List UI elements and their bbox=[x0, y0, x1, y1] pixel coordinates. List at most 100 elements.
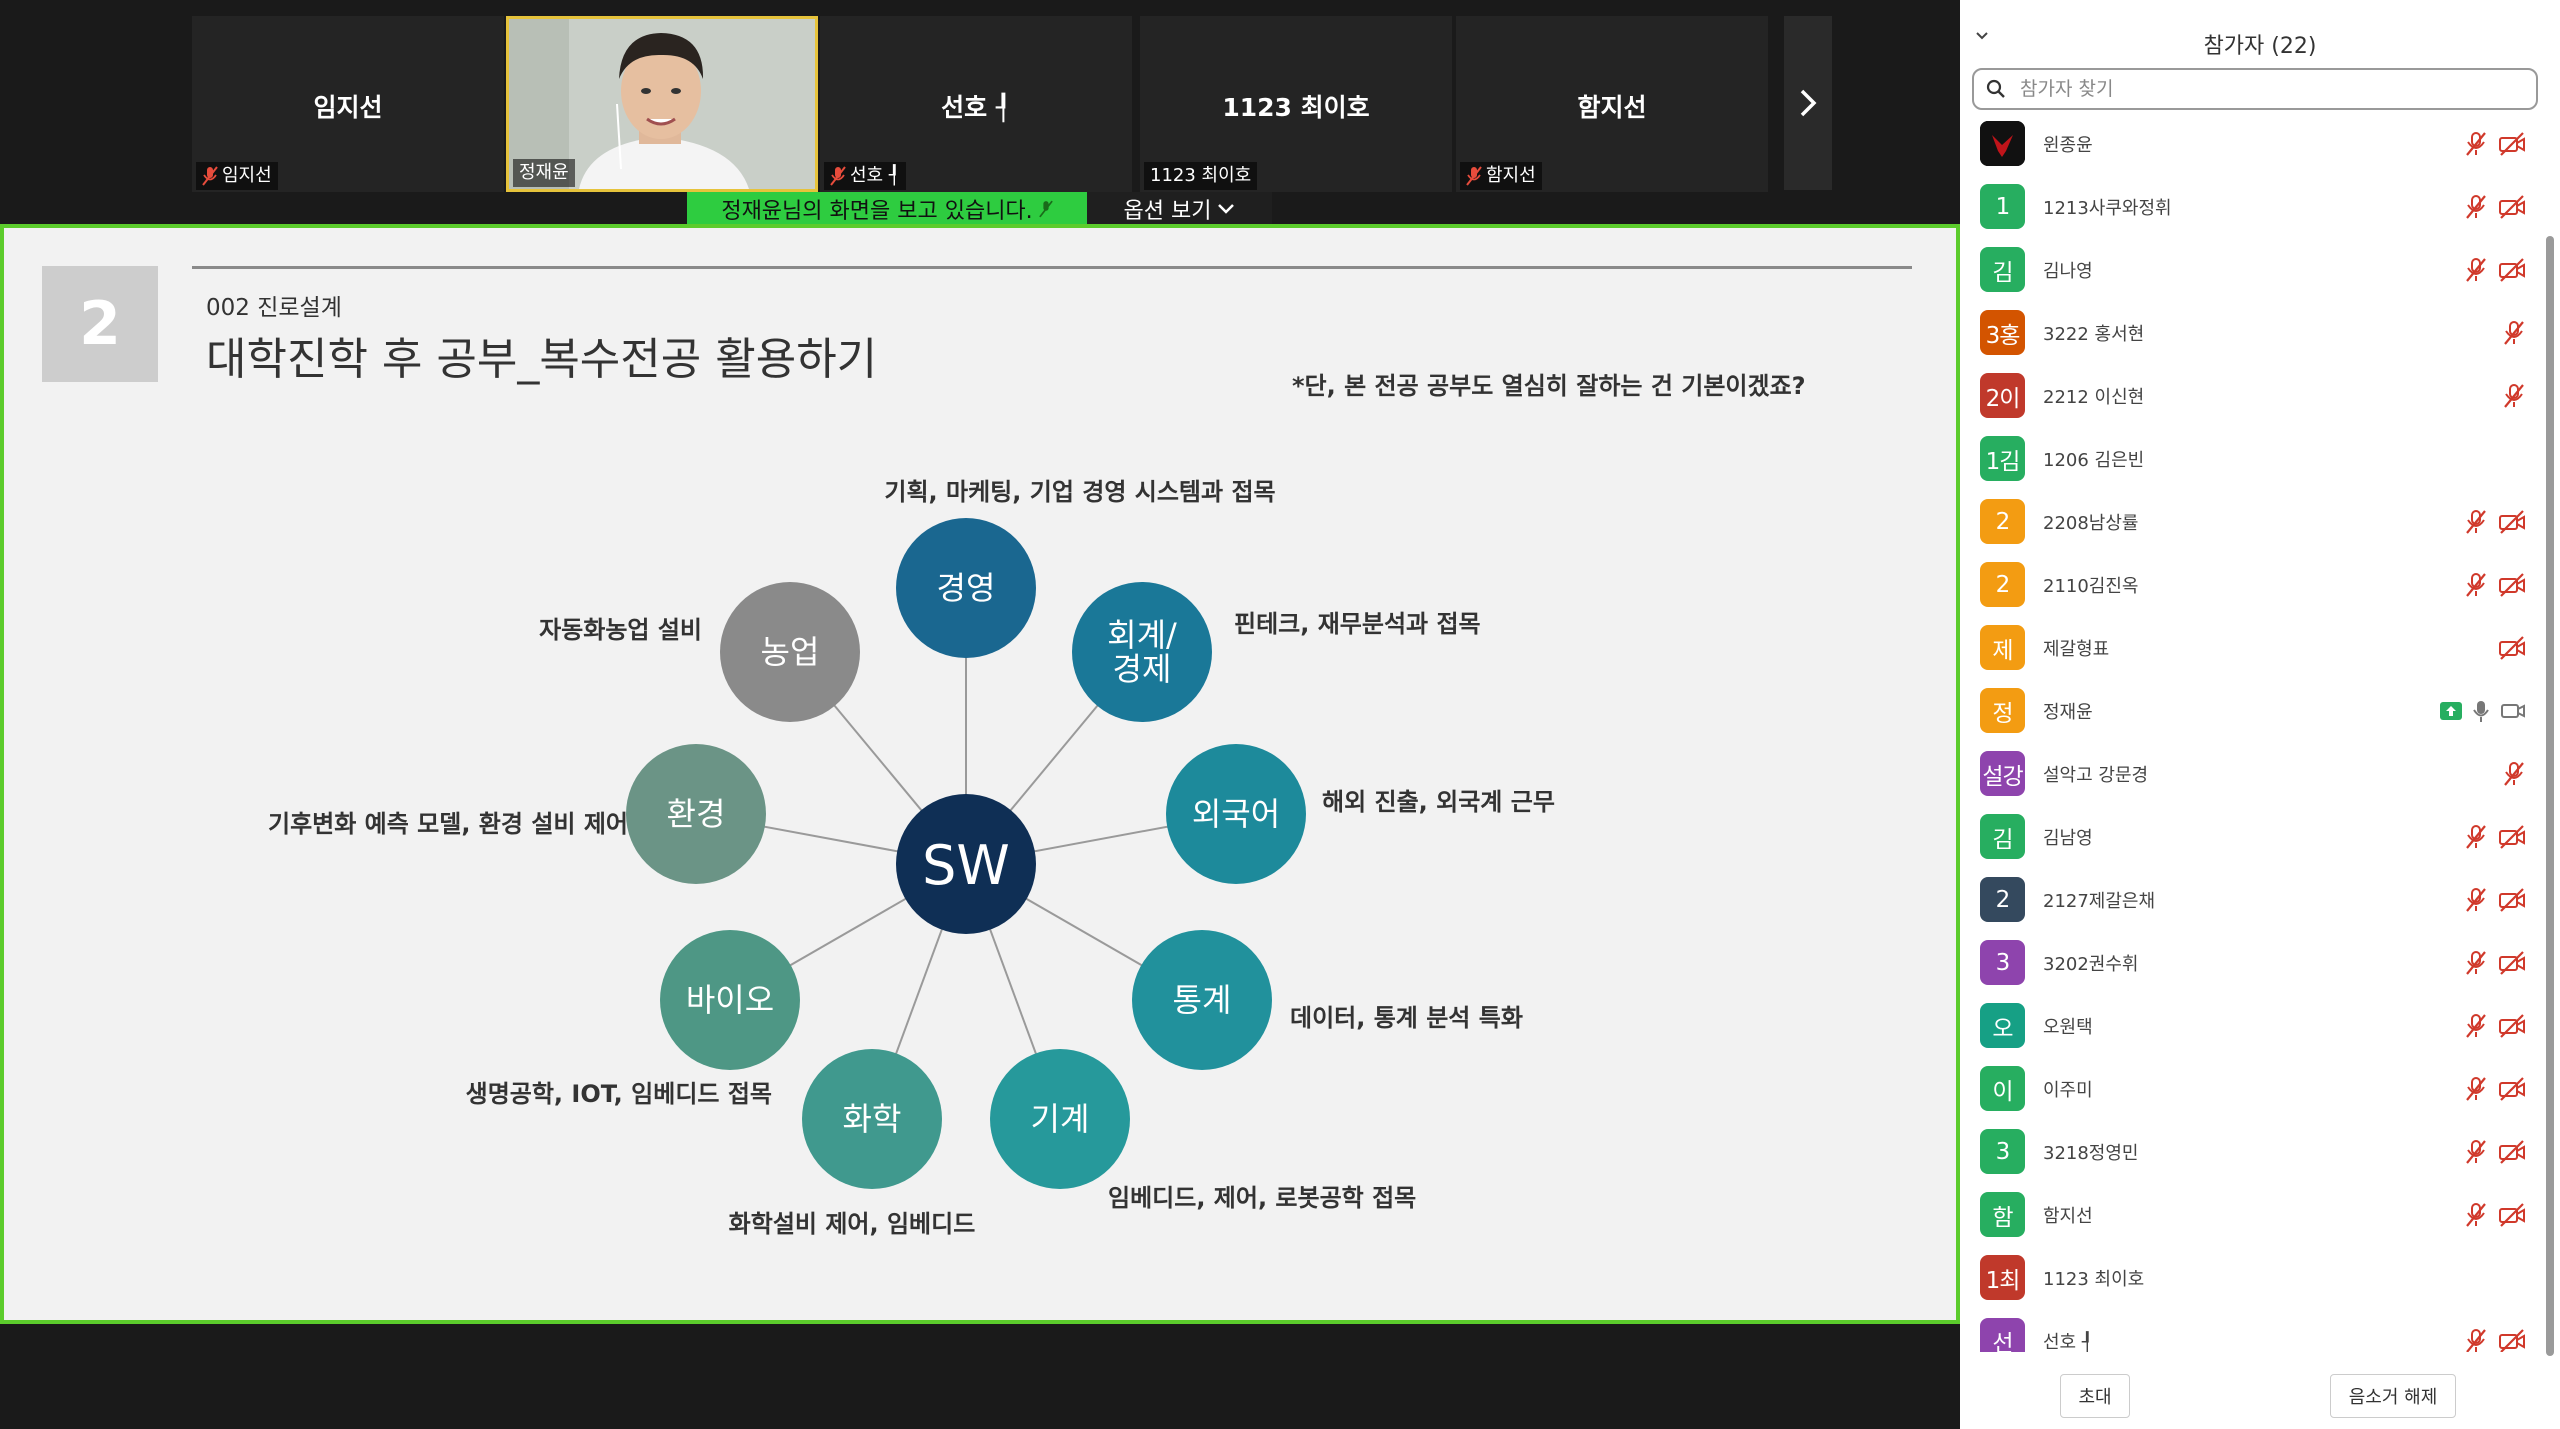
mic-off-icon[interactable] bbox=[2502, 383, 2526, 409]
avatar: 2이 bbox=[1980, 373, 2025, 418]
participant-row[interactable]: 1최 1123 최이호 bbox=[1960, 1246, 2540, 1309]
mic-off-icon[interactable] bbox=[2464, 131, 2488, 157]
video-tile-1[interactable]: 임지선 임지선 bbox=[192, 16, 504, 192]
video-off-icon[interactable] bbox=[2498, 572, 2526, 598]
mic-off-icon[interactable] bbox=[2464, 572, 2488, 598]
mic-off-icon[interactable] bbox=[2464, 950, 2488, 976]
participant-row[interactable]: 2이 2212 이신현 bbox=[1960, 364, 2540, 427]
video-off-icon[interactable] bbox=[2498, 131, 2526, 157]
mic-off-icon bbox=[830, 166, 846, 186]
mic-off-icon[interactable] bbox=[2502, 320, 2526, 346]
mic-off-icon[interactable] bbox=[2464, 1076, 2488, 1102]
tile-label-text: 정재윤 bbox=[519, 162, 569, 183]
participant-row[interactable]: 2 2208남상률 bbox=[1960, 490, 2540, 553]
video-off-icon[interactable] bbox=[2498, 509, 2526, 535]
video-off-icon[interactable] bbox=[2498, 257, 2526, 283]
participant-row[interactable]: 3 3218정영민 bbox=[1960, 1120, 2540, 1183]
view-options-label: 옵션 보기 bbox=[1123, 199, 1212, 224]
video-off-icon[interactable] bbox=[2498, 1328, 2526, 1353]
participant-row[interactable]: 설강 설악고 강문경 bbox=[1960, 742, 2540, 805]
node-description: 화학설비 제어, 임베디드 bbox=[729, 1210, 976, 1238]
view-options-button[interactable]: 옵션 보기 bbox=[1087, 192, 1272, 226]
tile-name: 임지선 bbox=[313, 93, 383, 122]
panel-footer: 초대 음소거 해제 bbox=[1960, 1370, 2560, 1420]
node-label: 통계 bbox=[1173, 981, 1232, 1019]
mic-icon[interactable] bbox=[2472, 699, 2490, 723]
video-off-icon[interactable] bbox=[2498, 1202, 2526, 1228]
participant-row[interactable]: 2 2127제갈은채 bbox=[1960, 868, 2540, 931]
unmute-all-button[interactable]: 음소거 해제 bbox=[2330, 1374, 2456, 1418]
participant-status-icons bbox=[2440, 699, 2526, 723]
participant-row[interactable]: 함 함지선 bbox=[1960, 1183, 2540, 1246]
participant-row[interactable]: 3홍 3222 홍서현 bbox=[1960, 301, 2540, 364]
panel-title: 참가자 (22) bbox=[2203, 34, 2317, 59]
mic-off-icon[interactable] bbox=[2464, 1328, 2488, 1353]
share-banner-text: 정재윤님의 화면을 보고 있습니다. bbox=[721, 199, 1033, 224]
participant-name: 2127제갈은채 bbox=[2043, 890, 2156, 912]
participant-row[interactable]: 2 2110김진옥 bbox=[1960, 553, 2540, 616]
node-label: 외국어 bbox=[1192, 795, 1280, 833]
participant-row[interactable]: 정 정재윤 bbox=[1960, 679, 2540, 742]
participant-row[interactable]: 김 김나영 bbox=[1960, 238, 2540, 301]
participant-row[interactable]: 윈종윤 bbox=[1960, 112, 2540, 175]
tile-label: 1123 최이호 bbox=[1144, 162, 1258, 190]
mic-off-icon[interactable] bbox=[2464, 824, 2488, 850]
node-label: 기계 bbox=[1031, 1100, 1090, 1138]
mic-off-icon[interactable] bbox=[2464, 194, 2488, 220]
node-label: 회계/경제 bbox=[1107, 616, 1177, 688]
mic-off-icon[interactable] bbox=[2502, 761, 2526, 787]
mic-off-icon[interactable] bbox=[2464, 1202, 2488, 1228]
node-description: 생명공학, IOT, 임베디드 접목 bbox=[466, 1080, 772, 1108]
participant-status-icons bbox=[2464, 1076, 2526, 1102]
invite-button[interactable]: 초대 bbox=[2060, 1374, 2130, 1418]
video-icon[interactable] bbox=[2500, 701, 2526, 721]
participant-row[interactable]: 김 김남영 bbox=[1960, 805, 2540, 868]
chevron-right-icon bbox=[1800, 89, 1817, 117]
participant-search[interactable] bbox=[1972, 68, 2538, 110]
video-off-icon[interactable] bbox=[2498, 1013, 2526, 1039]
avatar bbox=[1980, 121, 2025, 166]
video-off-icon[interactable] bbox=[2498, 887, 2526, 913]
participant-row[interactable]: 3 3202권수휘 bbox=[1960, 931, 2540, 994]
participant-row[interactable]: 선 선호 ┦ bbox=[1960, 1309, 2540, 1352]
video-off-icon[interactable] bbox=[2498, 1139, 2526, 1165]
mic-off-icon[interactable] bbox=[2464, 257, 2488, 283]
participant-name: 3202권수휘 bbox=[2043, 953, 2139, 975]
video-tile-2[interactable]: 정재윤 bbox=[506, 16, 818, 192]
video-tile-4[interactable]: 1123 최이호 1123 최이호 bbox=[1140, 16, 1452, 192]
video-off-icon[interactable] bbox=[2498, 635, 2526, 661]
node-label: 바이오 bbox=[686, 981, 774, 1019]
mic-off-icon[interactable] bbox=[2464, 1139, 2488, 1165]
participant-status-icons bbox=[2464, 509, 2526, 535]
mic-off-icon[interactable] bbox=[2464, 509, 2488, 535]
participant-row[interactable]: 오 오원택 bbox=[1960, 994, 2540, 1057]
video-strip: 임지선 임지선 정재윤 선호 ┦ 선호 ┦ 1123 최이호 1123 최이호 … bbox=[0, 0, 1960, 226]
participant-row[interactable]: 이 이주미 bbox=[1960, 1057, 2540, 1120]
next-page-button[interactable] bbox=[1784, 16, 1832, 190]
center-label: SW bbox=[922, 834, 1010, 897]
chevron-down-icon bbox=[1218, 204, 1235, 214]
participant-status-icons bbox=[2464, 257, 2526, 283]
video-tile-3[interactable]: 선호 ┦ 선호 ┦ bbox=[820, 16, 1132, 192]
screen-share-icon bbox=[2440, 701, 2462, 720]
avatar: 선 bbox=[1980, 1318, 2025, 1352]
tile-label-text: 함지선 bbox=[1486, 165, 1536, 186]
participant-row[interactable]: 1김 1206 김은빈 bbox=[1960, 427, 2540, 490]
avatar: 3 bbox=[1980, 940, 2025, 985]
node-description: 데이터, 통계 분석 특화 bbox=[1290, 1004, 1523, 1032]
video-off-icon[interactable] bbox=[2498, 824, 2526, 850]
participant-row[interactable]: 제 제갈형표 bbox=[1960, 616, 2540, 679]
mic-off-icon[interactable] bbox=[2464, 1013, 2488, 1039]
video-off-icon[interactable] bbox=[2498, 194, 2526, 220]
participant-row[interactable]: 1 1213사쿠와정휘 bbox=[1960, 175, 2540, 238]
search-input[interactable] bbox=[2018, 77, 2502, 101]
participant-name: 3222 홍서현 bbox=[2043, 323, 2145, 345]
video-tile-5[interactable]: 함지선 함지선 bbox=[1456, 16, 1768, 192]
node-description: 해외 진출, 외국계 근무 bbox=[1322, 788, 1555, 816]
radial-diagram: 경영 기획, 마케팅, 기업 경영 시스템과 접목회계/경제 핀테크, 재무분석과 … bbox=[268, 478, 1555, 1238]
scrollbar[interactable] bbox=[2546, 236, 2554, 1356]
tile-label-text: 1123 최이호 bbox=[1150, 165, 1252, 186]
video-off-icon[interactable] bbox=[2498, 1076, 2526, 1102]
video-off-icon[interactable] bbox=[2498, 950, 2526, 976]
mic-off-icon[interactable] bbox=[2464, 887, 2488, 913]
